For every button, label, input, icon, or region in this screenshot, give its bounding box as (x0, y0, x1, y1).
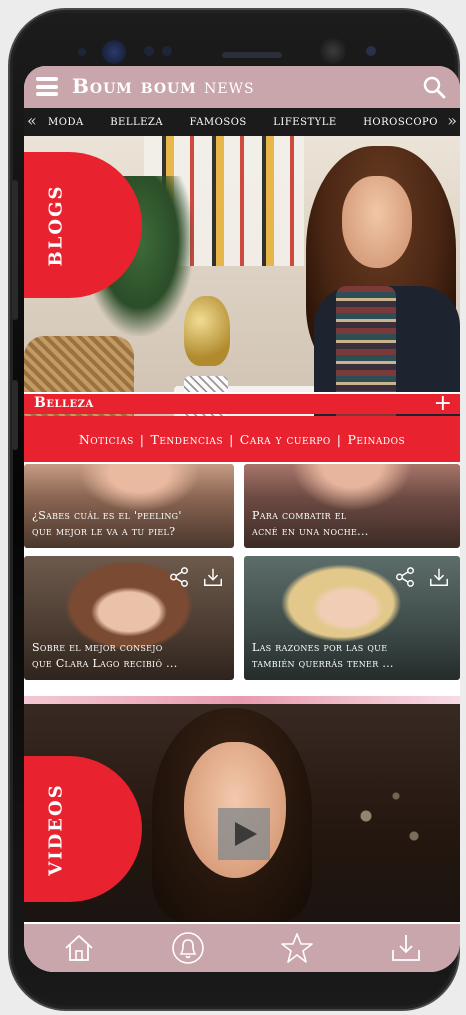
brand-name-light: news (204, 74, 255, 98)
app-header: Boum boum news (24, 66, 460, 108)
brand-logo[interactable]: Boum boum news (72, 74, 255, 98)
article-card[interactable]: Las razones por las que también querrás … (244, 556, 460, 680)
bell-icon[interactable] (171, 931, 205, 965)
category-belleza[interactable]: BELLEZA (110, 117, 163, 128)
card-title-line: ¿Sabes cuál es el 'peeling' (32, 509, 182, 522)
article-card[interactable]: Para combatir el acné en una noche... (244, 464, 460, 548)
section-header: Belleza + (24, 391, 460, 416)
search-icon[interactable] (422, 75, 446, 99)
card-title-line: Las razones por las que (252, 641, 388, 654)
category-lifestyle[interactable]: LIFESTYLE (273, 117, 336, 128)
category-famosos[interactable]: FAMOSOS (190, 117, 247, 128)
sensor-dot (144, 46, 154, 56)
iris-camera (102, 40, 126, 64)
card-title-line: Para combatir el (252, 509, 347, 522)
star-icon[interactable] (280, 931, 314, 965)
share-icon[interactable] (394, 566, 416, 588)
category-moda[interactable]: MODA (48, 117, 84, 128)
volume-button (12, 180, 18, 320)
card-title-line: Sobre el mejor consejo (32, 641, 163, 654)
hamburger-icon[interactable] (36, 77, 58, 96)
share-icon[interactable] (168, 566, 190, 588)
download-icon[interactable] (202, 566, 224, 588)
subnav-peinados[interactable]: Peinados (348, 432, 406, 447)
category-nav: « MODA BELLEZA FAMOSOS LIFESTYLE HOROSCO… (24, 108, 460, 136)
category-horoscopo[interactable]: HOROSCOPO (363, 117, 438, 128)
videos-badge-label: VIDEOS (45, 782, 67, 876)
power-button (12, 380, 18, 450)
sensor-dot (366, 46, 376, 56)
subnav-cara-y-cuerpo[interactable]: Cara y cuerpo (240, 432, 331, 447)
videos-strip (24, 696, 460, 704)
card-title-line: acné en una noche... (252, 525, 369, 538)
sensor-dot (78, 48, 86, 56)
plus-icon[interactable]: + (434, 391, 452, 416)
section-subnav: Noticias | Tendencias | Cara y cuerpo | … (24, 416, 460, 462)
separator: | (336, 431, 342, 447)
separator: | (229, 431, 234, 447)
article-card[interactable]: Sobre el mejor consejo que Clara Lago re… (24, 556, 234, 680)
play-icon[interactable] (218, 808, 270, 860)
brand-name-bold: Boum boum (72, 74, 197, 98)
hero-person-face (342, 176, 412, 268)
chevron-right-icon[interactable]: » (447, 111, 457, 130)
chevron-left-icon[interactable]: « (27, 111, 37, 130)
sensor-dot (162, 46, 172, 56)
download-icon[interactable] (389, 931, 423, 965)
article-card[interactable]: ¿Sabes cuál es el 'peeling' que mejor le… (24, 464, 234, 548)
separator: | (139, 431, 145, 447)
front-camera (320, 38, 346, 64)
video-bokeh (330, 776, 450, 876)
earpiece-speaker (222, 52, 282, 58)
card-title-line: también querrás tener ... (252, 657, 394, 670)
app-screen: Boum boum news « MODA BELLEZA FAMOSOS LI… (24, 66, 460, 972)
hero-vase (184, 296, 230, 366)
subnav-tendencias[interactable]: Tendencias (151, 432, 224, 447)
card-title-line: que mejor le va a tu piel? (32, 525, 176, 538)
download-icon[interactable] (428, 566, 450, 588)
card-title-line: que Clara Lago recibió ... (32, 657, 178, 670)
blogs-badge-label: BLOGS (45, 184, 67, 266)
home-icon[interactable] (62, 931, 96, 965)
bottom-nav (24, 924, 460, 972)
subnav-noticias[interactable]: Noticias (79, 432, 134, 447)
section-title: Belleza (34, 395, 94, 411)
